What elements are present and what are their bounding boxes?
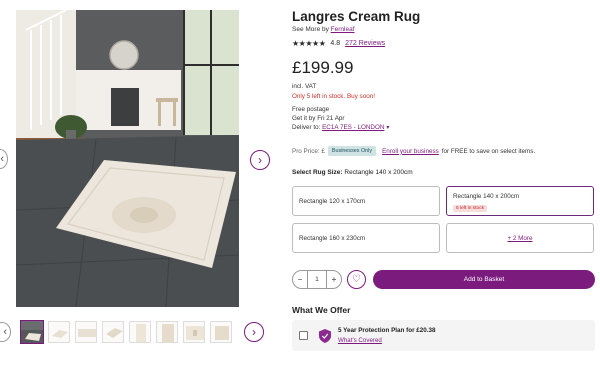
quantity-increase-button[interactable]: +: [327, 271, 341, 288]
thumbnail-4[interactable]: [102, 321, 124, 343]
thumbnail-7[interactable]: [183, 321, 205, 343]
shield-icon: [319, 329, 331, 343]
deliver-to-row: Deliver to: EC1A 7ES - LONDON ▾: [292, 124, 390, 131]
reviews-link[interactable]: 272 Reviews: [345, 40, 385, 47]
star-rating-icon: ★★★★★: [292, 39, 326, 48]
enroll-business-link[interactable]: Enroll your business: [382, 148, 439, 155]
add-to-basket-button[interactable]: Add to Basket: [373, 270, 595, 289]
postage-note: Free postage: [292, 106, 330, 113]
main-product-image: [16, 10, 239, 307]
chevron-down-icon[interactable]: ▾: [386, 125, 389, 131]
product-title: Langres Cream Rug: [292, 9, 421, 24]
thumbnail-6[interactable]: [156, 321, 178, 343]
see-more-line: See More by Fernleaf: [292, 26, 355, 33]
thumbnail-3[interactable]: [75, 321, 97, 343]
gallery-prev-button[interactable]: ‹: [0, 149, 8, 169]
protection-plan-card: 5 Year Protection Plan for £20.38 What's…: [292, 320, 595, 351]
size-label: Select Rug Size: Rectangle 140 x 200cm: [292, 169, 413, 176]
what-we-offer-heading: What We Offer: [292, 305, 351, 315]
quantity-stepper: − 1 +: [292, 270, 342, 289]
stock-warning: Only 5 left in stock. Buy soon!: [292, 93, 375, 100]
delivery-date: Get it by Fri 21 Apr: [292, 115, 345, 122]
businesses-only-badge: Businesses Only: [327, 146, 377, 156]
thumbnails-prev-button[interactable]: ‹: [0, 322, 11, 342]
gallery-next-button[interactable]: ›: [250, 150, 270, 170]
thumbnail-1[interactable]: [20, 320, 44, 344]
thumbnail-2[interactable]: [48, 321, 70, 343]
brand-link[interactable]: Fernleaf: [331, 26, 355, 33]
stock-badge: 5 left in stock: [453, 205, 487, 212]
size-option-120x170[interactable]: Rectangle 120 x 170cm: [292, 186, 440, 216]
more-sizes-button[interactable]: + 2 More: [446, 223, 594, 253]
whats-covered-link[interactable]: What's Covered: [338, 337, 382, 344]
rating-row: ★★★★★ 4.8 272 Reviews: [292, 39, 385, 48]
wishlist-heart-icon[interactable]: ♡: [347, 270, 366, 289]
product-price: £199.99: [292, 58, 354, 77]
quantity-decrease-button[interactable]: −: [293, 271, 307, 288]
thumbnails-next-button[interactable]: ›: [244, 322, 264, 342]
vat-note: incl. VAT: [292, 83, 317, 90]
thumbnail-5[interactable]: [129, 321, 151, 343]
pro-price-row: Pro Price: £ Businesses Only Enroll your…: [292, 146, 536, 156]
thumbnail-8[interactable]: [210, 321, 232, 343]
thumbnail-strip: ‹ ›: [0, 319, 270, 345]
protection-plan-text: 5 Year Protection Plan for £20.38: [338, 327, 436, 334]
protection-plan-checkbox[interactable]: [299, 331, 308, 340]
size-option-160x230[interactable]: Rectangle 160 x 230cm: [292, 223, 440, 253]
delivery-location-link[interactable]: EC1A 7ES - LONDON: [322, 124, 384, 131]
rating-value: 4.8: [330, 40, 341, 47]
size-option-140x200[interactable]: Rectangle 140 x 200cm 5 left in stock: [446, 186, 594, 216]
quantity-input[interactable]: 1: [307, 271, 327, 288]
